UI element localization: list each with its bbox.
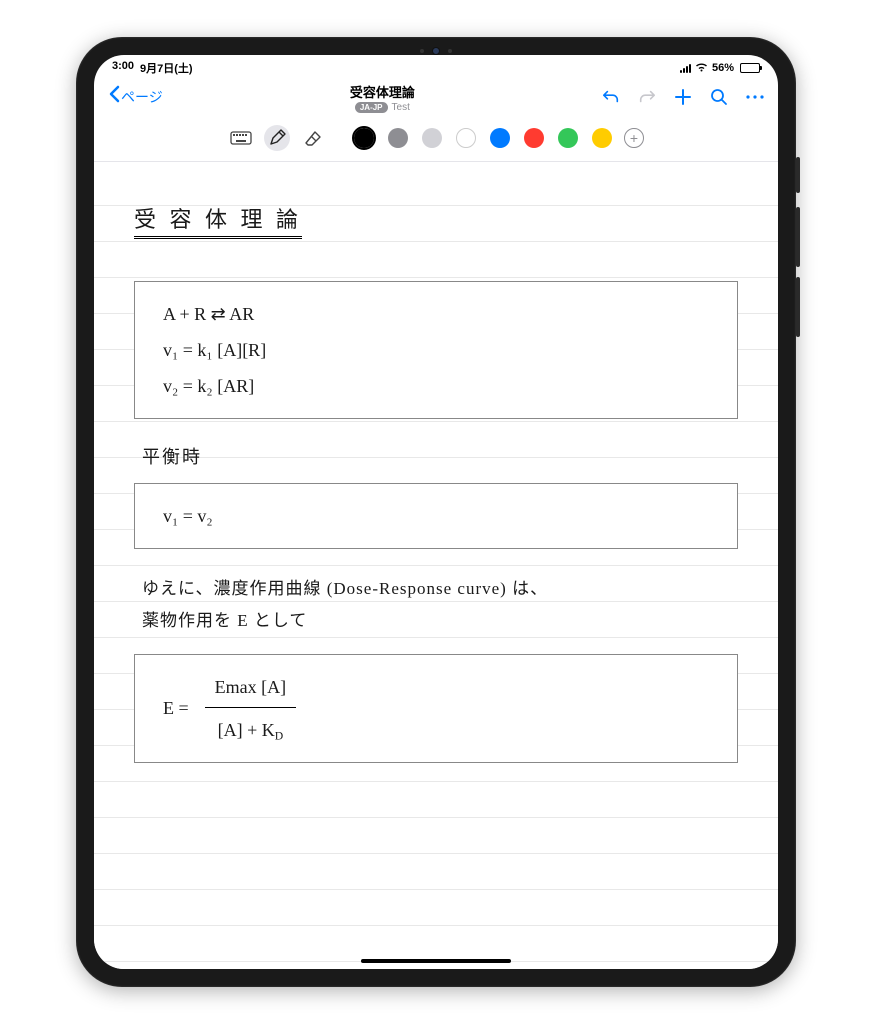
device-volume-up: [796, 207, 800, 267]
battery-percent: 56%: [712, 62, 734, 74]
wifi-icon: [695, 62, 708, 75]
nav-header: ページ 受容体理論 JA-JP Test: [94, 77, 778, 119]
equation-box-3: E = Emax [A] [A] + KD: [134, 654, 738, 763]
page-subtitle: Test: [392, 102, 410, 113]
eq-v1: v₁ = k₁ [A][R]: [163, 332, 709, 368]
cellular-signal-icon: [680, 64, 691, 73]
eq-fraction: Emax [A] [A] + KD: [205, 669, 296, 748]
color-gray[interactable]: [386, 126, 410, 150]
eq-v2: v₂ = k₂ [AR]: [163, 368, 709, 404]
device-power-button: [796, 157, 800, 193]
page-title: 受容体理論: [163, 82, 602, 101]
add-button[interactable]: [674, 88, 692, 106]
color-white[interactable]: [454, 126, 478, 150]
color-green[interactable]: [556, 126, 580, 150]
pen-tool[interactable]: [264, 125, 290, 151]
equation-box-2: v₁ = v₂: [134, 483, 738, 549]
handwriting-content: 受 容 体 理 論 A + R ⇄ AR v₁ = k₁ [A][R] v₂ =…: [124, 162, 748, 763]
note-title: 受 容 体 理 論: [134, 202, 302, 239]
battery-icon: [740, 63, 760, 73]
chevron-left-icon: [108, 85, 120, 109]
color-blue[interactable]: [488, 126, 512, 150]
status-date: 9月7日(土): [140, 60, 193, 76]
status-time: 3:00: [112, 60, 134, 76]
eraser-tool[interactable]: [300, 125, 326, 151]
screen: 3:00 9月7日(土) 56% ページ: [94, 55, 778, 969]
redo-button[interactable]: [638, 88, 656, 106]
color-yellow[interactable]: [590, 126, 614, 150]
back-button[interactable]: ページ: [108, 85, 163, 109]
equation-box-1: A + R ⇄ AR v₁ = k₁ [A][R] v₂ = k₂ [AR]: [134, 281, 738, 419]
eq-equilibrium: v₁ = v₂: [163, 506, 213, 526]
color-lightgray[interactable]: [420, 126, 444, 150]
add-color-button[interactable]: +: [624, 128, 644, 148]
color-red[interactable]: [522, 126, 546, 150]
dose-response-text: ゆえに、濃度作用曲線 (Dose-Response curve) は、 薬物作用…: [142, 573, 738, 638]
keyboard-tool[interactable]: [228, 125, 254, 151]
device-volume-down: [796, 277, 800, 337]
eq-E-lhs: E =: [163, 690, 189, 726]
language-badge: JA-JP: [355, 102, 388, 113]
color-black[interactable]: [352, 126, 376, 150]
search-button[interactable]: [710, 88, 728, 106]
status-bar: 3:00 9月7日(土) 56%: [94, 55, 778, 77]
ipad-frame: 3:00 9月7日(土) 56% ページ: [76, 37, 796, 987]
back-label: ページ: [121, 87, 163, 107]
more-button[interactable]: [746, 88, 764, 106]
note-canvas[interactable]: 受 容 体 理 論 A + R ⇄ AR v₁ = k₁ [A][R] v₂ =…: [94, 162, 778, 969]
undo-button[interactable]: [602, 88, 620, 106]
tool-bar: +: [94, 119, 778, 162]
eq-reaction: A + R ⇄ AR: [163, 296, 709, 332]
camera-area: [420, 47, 452, 55]
equilibrium-label: 平衡時: [142, 443, 738, 469]
home-indicator[interactable]: [361, 959, 511, 963]
